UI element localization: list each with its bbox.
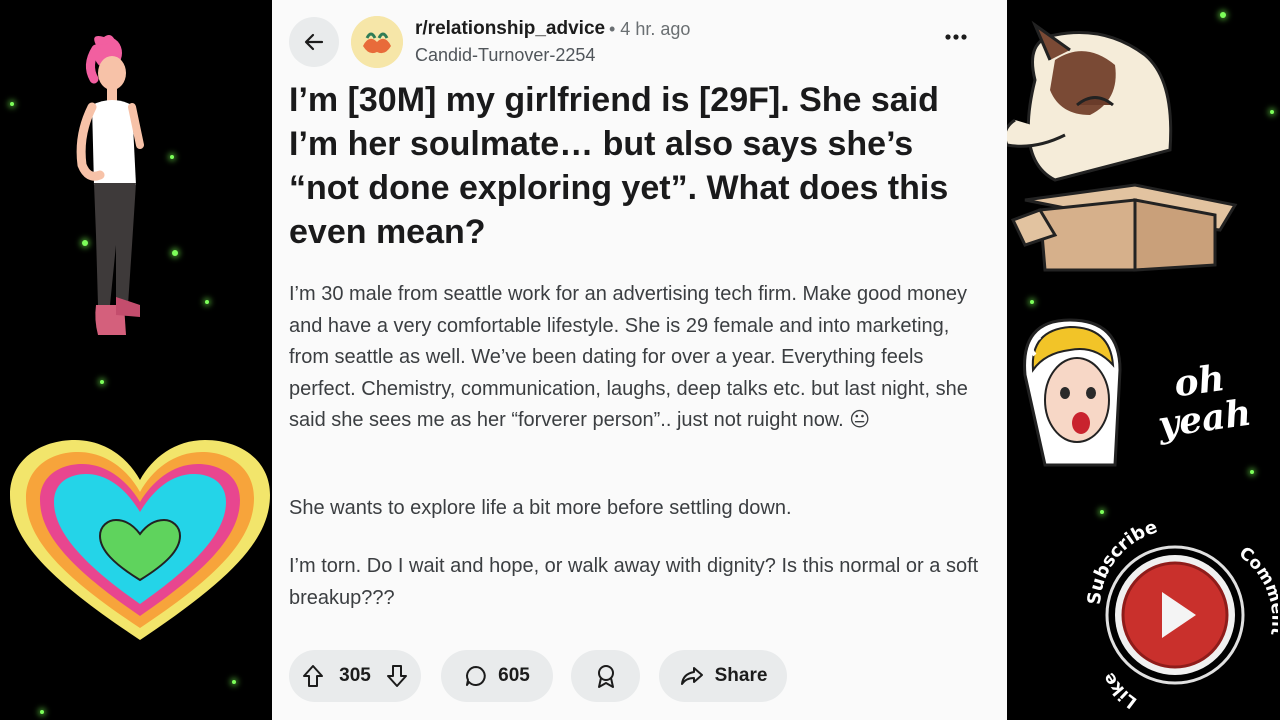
oh-yeah-text: oh yeah: [1155, 356, 1254, 447]
more-options-button[interactable]: [941, 22, 971, 52]
vote-count: 305: [339, 665, 371, 686]
post-body-paragraph-3: I’m torn. Do I wait and hope, or walk aw…: [289, 555, 979, 609]
comment-count: 605: [498, 665, 530, 686]
ellipsis-icon: [945, 34, 967, 40]
cat-in-box-sticker: [1003, 20, 1238, 272]
subreddit-icon: [351, 16, 403, 68]
post-author[interactable]: Candid-Turnover-2254: [415, 45, 595, 66]
award-button[interactable]: [571, 650, 640, 702]
share-label: Share: [714, 665, 768, 686]
heart-sticker: [10, 440, 270, 640]
upvote-icon[interactable]: [301, 663, 325, 689]
post-body-paragraph-2: She wants to explore life a bit more bef…: [289, 497, 792, 519]
comment-icon: [466, 666, 486, 686]
oh-yeah-sticker: oh yeah: [1132, 345, 1272, 455]
subscribe-play-sticker[interactable]: Subscribe Comment Like: [1078, 510, 1278, 720]
post-time: • 4 hr. ago: [609, 19, 691, 39]
svg-text:Like: Like: [1099, 669, 1141, 712]
surprised-woman-sticker: [1023, 318, 1122, 467]
comments-button[interactable]: 605: [441, 650, 553, 702]
post-body-paragraph-1: I’m 30 male from seattle work for an adv…: [289, 283, 968, 431]
post-card: r/relationship_advice • 4 hr. ago Candid…: [272, 0, 1007, 720]
back-button[interactable]: [289, 17, 339, 67]
vote-bar: 305: [289, 650, 421, 702]
share-button[interactable]: Share: [659, 650, 787, 702]
subreddit-name[interactable]: r/relationship_advice: [415, 18, 605, 40]
award-icon: [597, 665, 614, 688]
downvote-icon[interactable]: [385, 663, 409, 689]
subreddit-avatar[interactable]: [351, 16, 403, 68]
arrow-left-icon: [304, 33, 324, 51]
like-label: Like: [1099, 669, 1141, 712]
woman-figure-sticker: [76, 35, 144, 335]
post-title: I’m [30M] my girlfriend is [29F]. She sa…: [289, 81, 949, 251]
share-icon: [680, 667, 703, 685]
